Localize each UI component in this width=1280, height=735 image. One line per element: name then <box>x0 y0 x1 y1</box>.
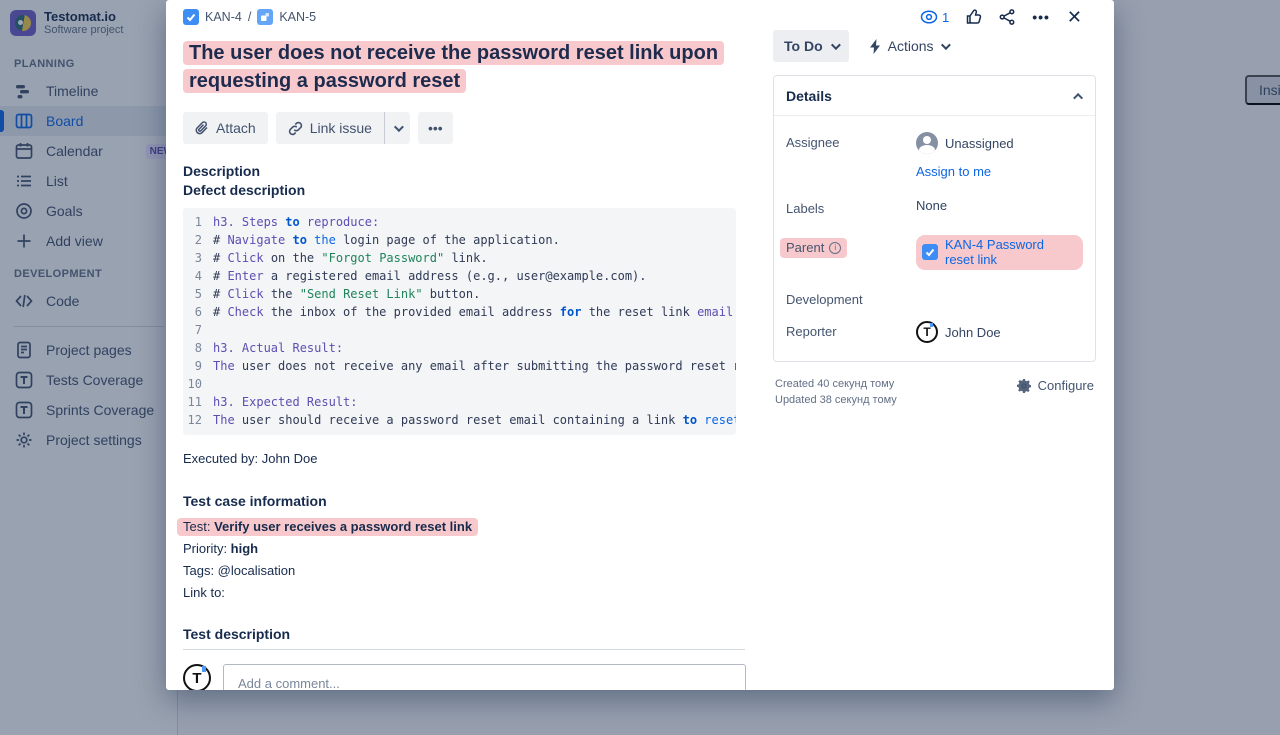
line-number: 9 <box>183 357 213 375</box>
code-line: 11h3. Expected Result: <box>183 393 736 411</box>
issue-title[interactable]: The user does not receive the password r… <box>183 39 768 95</box>
comment-input[interactable]: Add a comment... <box>238 676 733 690</box>
parent-issue-link[interactable]: KAN-4 Password reset link <box>945 237 1074 267</box>
line-number: 5 <box>183 285 213 303</box>
configure-button[interactable]: Configure <box>1017 376 1094 393</box>
share-button[interactable] <box>999 9 1015 25</box>
link-issue-label: Link issue <box>310 120 372 136</box>
code-line: 12The user should receive a password res… <box>183 411 736 429</box>
reporter-avatar: T <box>916 321 938 343</box>
watch-button[interactable]: 1 <box>920 10 949 25</box>
code-line: 6# Check the inbox of the provided email… <box>183 303 736 321</box>
code-line: 2# Navigate to the login page of the app… <box>183 231 736 249</box>
line-number: 10 <box>183 375 213 393</box>
link-issue-button[interactable]: Link issue <box>276 112 385 144</box>
share-icon <box>999 9 1015 25</box>
gear-icon <box>1017 379 1031 393</box>
attach-label: Attach <box>216 120 256 136</box>
link-issue-dropdown-button[interactable] <box>385 112 410 144</box>
priority-line: Priority: high <box>183 540 1114 558</box>
tags-line: Tags: @localisation <box>183 562 1114 580</box>
code-line: 9The user does not receive any email aft… <box>183 357 736 375</box>
configure-label: Configure <box>1038 378 1094 393</box>
actions-dropdown[interactable]: Actions <box>863 30 954 62</box>
code-line: 5# Click the "Send Reset Link" button. <box>183 285 736 303</box>
assignee-label: Assignee <box>786 132 916 150</box>
defect-code-block[interactable]: 1h3. Steps to reproduce:2# Navigate to t… <box>183 208 736 435</box>
details-heading: Details <box>786 88 832 104</box>
chevron-down-icon <box>831 40 841 50</box>
breadcrumb-parent-link[interactable]: KAN-4 <box>205 10 242 24</box>
line-number: 8 <box>183 339 213 357</box>
like-button[interactable] <box>966 9 982 25</box>
toolbar-more-button[interactable]: ••• <box>418 112 453 144</box>
subtask-type-icon <box>257 9 273 25</box>
line-number: 11 <box>183 393 213 411</box>
chevron-down-icon <box>941 40 951 50</box>
parent-value[interactable]: KAN-4 Password reset link <box>916 235 1083 270</box>
thumbs-up-icon <box>966 9 982 25</box>
parent-field: Parenti KAN-4 Password reset link <box>786 235 1083 270</box>
test-case-heading: Test case information <box>183 493 1114 509</box>
details-panel-header[interactable]: Details <box>774 76 1095 116</box>
actions-label: Actions <box>888 38 934 54</box>
line-number: 1 <box>183 213 213 231</box>
test-description-heading: Test description <box>183 626 745 650</box>
code-line: 3# Click on the "Forgot Password" link. <box>183 249 736 267</box>
code-line: 7 <box>183 321 736 339</box>
chevron-down-icon <box>394 122 404 132</box>
code-line: 10 <box>183 375 736 393</box>
line-number: 3 <box>183 249 213 267</box>
chevron-up-icon <box>1073 92 1083 102</box>
status-label: To Do <box>784 38 823 54</box>
code-line: 4# Enter a registered email address (e.g… <box>183 267 736 285</box>
task-type-icon <box>922 244 938 260</box>
assignee-field: Assignee Unassigned Assign to me <box>786 132 1083 179</box>
comment-box[interactable]: Add a comment... Looks good!Need help?Th… <box>223 664 746 690</box>
breadcrumb-separator: / <box>248 10 251 24</box>
link-icon <box>288 121 303 136</box>
issue-more-button[interactable]: ••• <box>1032 9 1050 25</box>
line-number: 12 <box>183 411 213 429</box>
assign-to-me-link[interactable]: Assign to me <box>916 164 1014 179</box>
line-number: 7 <box>183 321 213 339</box>
reporter-label: Reporter <box>786 321 916 339</box>
assignee-value[interactable]: Unassigned <box>916 132 1014 154</box>
task-type-icon <box>183 9 199 25</box>
created-timestamp: Created 40 секунд тому <box>775 376 897 392</box>
code-line: 8h3. Actual Result: <box>183 339 736 357</box>
labels-field: Labels None <box>786 198 1083 216</box>
line-number: 2 <box>183 231 213 249</box>
status-dropdown[interactable]: To Do <box>773 30 849 62</box>
details-panel: Details Assignee Unassigned Assign to me <box>773 75 1096 362</box>
updated-timestamp: Updated 38 секунд тому <box>775 392 897 408</box>
parent-label: Parenti <box>786 235 916 258</box>
code-line: 1h3. Steps to reproduce: <box>183 213 736 231</box>
attach-button[interactable]: Attach <box>183 112 268 144</box>
labels-value[interactable]: None <box>916 198 947 213</box>
line-number: 6 <box>183 303 213 321</box>
watch-eye-icon <box>920 10 938 24</box>
breadcrumb: KAN-4 / KAN-5 <box>183 9 316 25</box>
test-name-value: Verify user receives a password reset li… <box>214 519 472 534</box>
issue-modal: KAN-4 / KAN-5 1 ••• ✕ The user does not … <box>166 0 1114 690</box>
close-icon[interactable]: ✕ <box>1067 8 1082 26</box>
current-user-avatar: T <box>183 664 211 690</box>
breadcrumb-current-link[interactable]: KAN-5 <box>279 10 316 24</box>
development-field: Development <box>786 289 1083 307</box>
reporter-field: Reporter T John Doe <box>786 321 1083 343</box>
watch-count: 1 <box>942 10 949 25</box>
unassigned-avatar-icon <box>916 132 938 154</box>
executed-by: Executed by: John Doe <box>183 451 1114 466</box>
line-number: 4 <box>183 267 213 285</box>
lightning-icon <box>869 39 881 54</box>
info-icon: i <box>829 242 841 254</box>
priority-value: high <box>231 541 258 556</box>
labels-label: Labels <box>786 198 916 216</box>
link-to-line: Link to: <box>183 584 1114 602</box>
reporter-value[interactable]: T John Doe <box>916 321 1001 343</box>
test-name-line: Test: Verify user receives a password re… <box>183 518 1114 536</box>
paperclip-icon <box>195 121 209 136</box>
development-label: Development <box>786 289 916 307</box>
